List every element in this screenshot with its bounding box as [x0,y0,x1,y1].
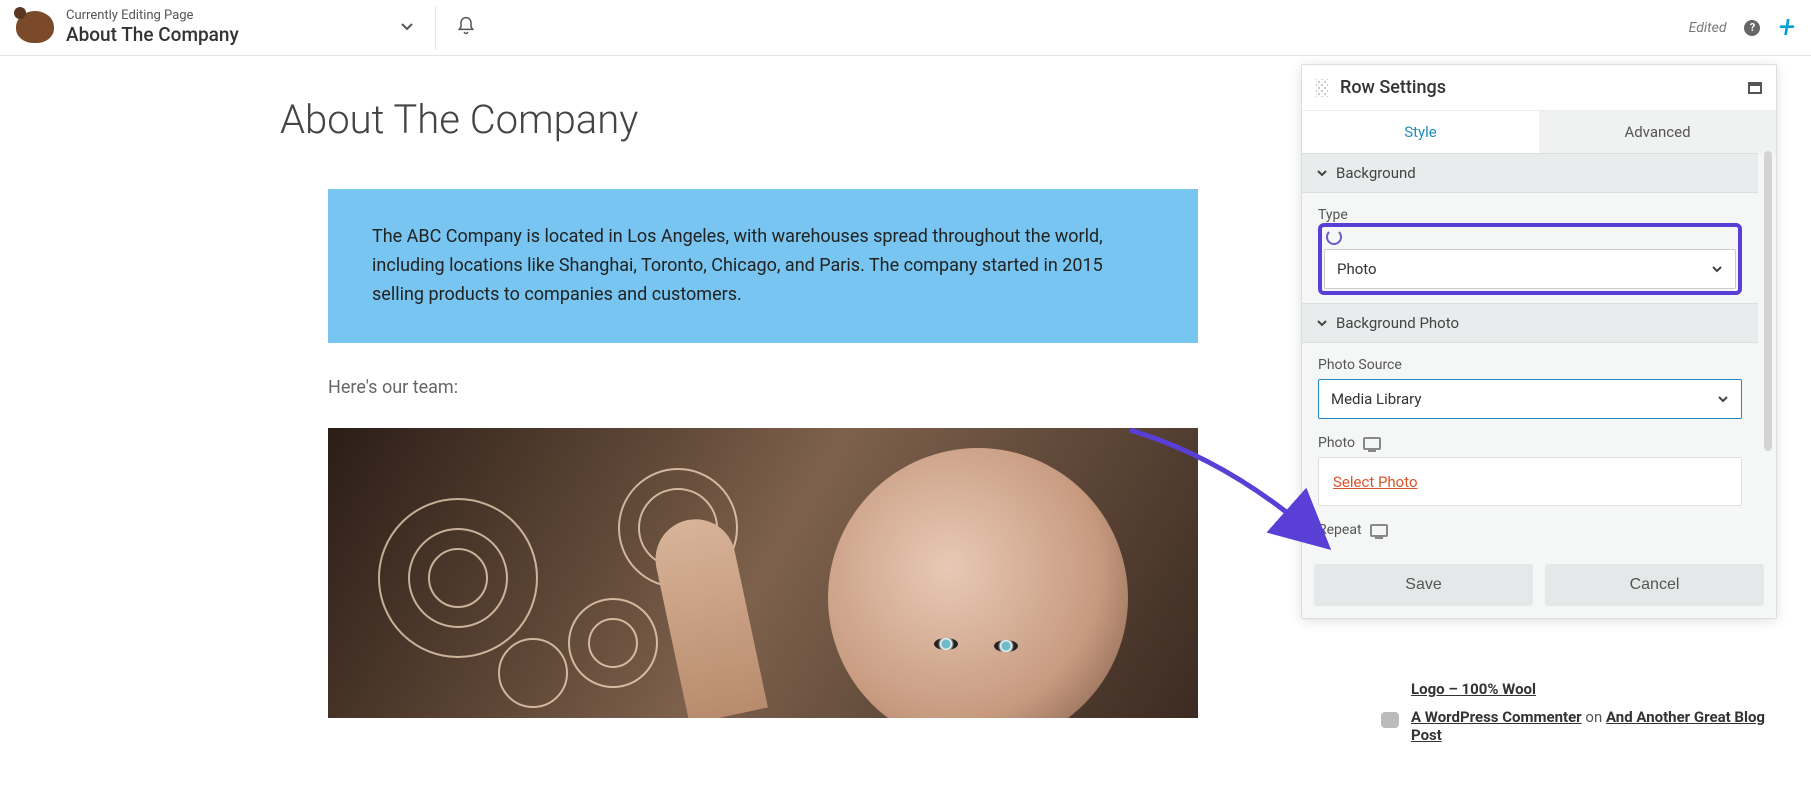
row-settings-panel: Row Settings Style Advanced Background T… [1301,64,1777,619]
section-background-photo[interactable]: Background Photo [1302,303,1758,343]
notifications-icon[interactable] [456,16,476,40]
repeat-label: Repeat [1318,522,1742,538]
type-select[interactable]: Photo [1324,249,1736,289]
type-select-value: Photo [1337,260,1377,278]
comment-on: on [1582,708,1606,726]
editing-label: Currently Editing Page [66,8,239,24]
top-bar: Currently Editing Page About The Company… [0,0,1811,56]
panel-title: Row Settings [1340,77,1446,98]
responsive-icon[interactable] [1370,524,1388,537]
panel-scrollbar[interactable] [1764,151,1772,451]
comment-post-link[interactable]: Logo – 100% Wool [1411,680,1536,698]
comment-author-link[interactable]: A WordPress Commenter [1411,708,1582,726]
background-photo-body: Photo Source Media Library Photo Select … [1302,343,1758,552]
panel-footer: Save Cancel [1302,552,1776,618]
save-button[interactable]: Save [1314,564,1533,606]
chevron-down-icon [1316,167,1328,179]
photo-label: Photo [1318,435,1742,451]
comment-row: A WordPress Commenter on And Another Gre… [1381,708,1771,744]
maximize-icon[interactable] [1748,82,1762,94]
edited-status: Edited [1689,20,1727,36]
recent-comments: Logo – 100% Wool A WordPress Commenter o… [1381,680,1771,754]
panel-tabs: Style Advanced [1302,111,1776,153]
photo-label-text: Photo [1318,435,1355,451]
photo-source-select[interactable]: Media Library [1318,379,1742,419]
section-bg-photo-label: Background Photo [1336,314,1459,332]
chevron-down-icon [1316,317,1328,329]
type-label: Type [1318,207,1742,223]
chevron-down-icon [1717,393,1729,405]
help-icon[interactable]: ? [1744,20,1760,36]
photo-source-label: Photo Source [1318,357,1742,373]
app-logo [16,11,54,43]
section-background-label: Background [1336,164,1416,182]
loading-spinner-icon [1326,229,1342,245]
drag-handle-icon[interactable] [1316,79,1328,97]
comment-row: Logo – 100% Wool [1381,680,1771,698]
hud-overlay [358,458,878,718]
section-background[interactable]: Background [1302,153,1758,193]
title-block[interactable]: Currently Editing Page About The Company [66,8,239,46]
type-highlight: Photo [1318,223,1742,295]
comment-icon [1381,712,1399,728]
photo-field-row: Select Photo [1318,457,1742,506]
add-module-button[interactable]: + [1778,10,1795,45]
select-photo-link[interactable]: Select Photo [1333,473,1418,491]
page-name: About The Company [66,24,239,47]
topbar-right: Edited ? + [1689,10,1795,45]
chevron-down-icon [1711,263,1723,275]
topbar-left: Currently Editing Page About The Company [16,8,239,46]
tab-style[interactable]: Style [1302,111,1539,153]
topbar-divider [435,6,436,50]
tab-advanced[interactable]: Advanced [1539,111,1776,153]
responsive-icon[interactable] [1363,437,1381,450]
team-image[interactable] [328,428,1198,718]
cancel-button[interactable]: Cancel [1545,564,1764,606]
background-section-body: Type Photo [1302,193,1758,303]
intro-text-block[interactable]: The ABC Company is located in Los Angele… [328,189,1198,343]
panel-header[interactable]: Row Settings [1302,65,1776,111]
repeat-label-text: Repeat [1318,522,1362,538]
page-dropdown-chevron[interactable] [399,18,415,38]
photo-source-value: Media Library [1331,390,1421,408]
